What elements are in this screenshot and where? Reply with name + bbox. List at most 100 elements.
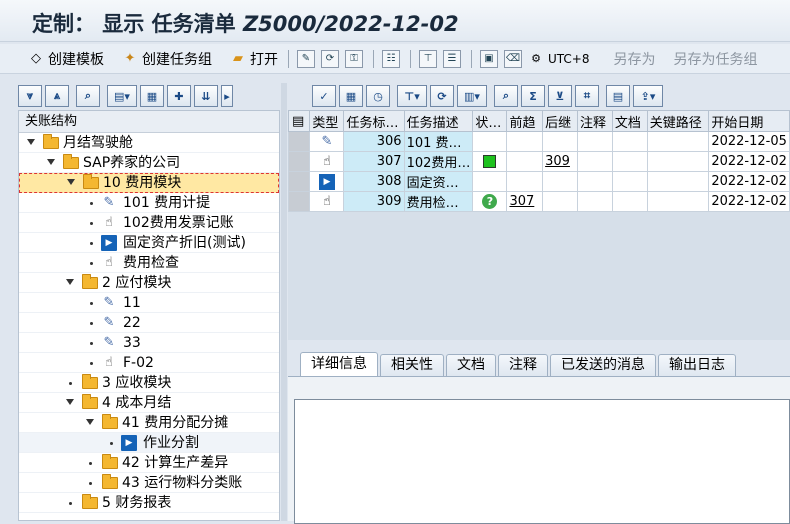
search-icon[interactable]: ⌕ [494,85,518,107]
tree-node[interactable]: 2 应付模块 [19,273,279,293]
tab-dependencies[interactable]: 相关性 [380,354,444,376]
refresh-icon[interactable]: ⟳ [430,85,454,107]
successor-link[interactable]: 309 [542,151,578,172]
successor-cell[interactable] [542,171,578,192]
tree-node-selected[interactable]: 10 费用模块 [19,173,279,193]
tree-node[interactable]: 4 成本月结 [19,393,279,413]
timezone-button[interactable]: ⚙ UTC+8 [528,51,589,67]
tab-notes[interactable]: 注释 [498,354,548,376]
tree-node[interactable]: ▶ 作业分割 [19,433,279,453]
task-id-cell[interactable]: 309 [343,191,405,212]
row-selector[interactable] [288,191,311,212]
column-header[interactable]: 类型 [309,110,345,132]
print-icon[interactable]: ▤ [606,85,630,107]
delete-icon[interactable]: ⌫ [504,49,522,68]
print-icon[interactable]: ▣ [480,49,498,68]
create-task-group-button[interactable]: ✦ 创建任务组 [122,49,212,69]
schedule-icon[interactable]: ◷ [366,85,390,107]
task-id-cell[interactable]: 308 [343,171,405,192]
layout-icon[interactable]: ▦ [140,85,164,107]
column-header[interactable]: 文档 [611,110,648,132]
filter-icon[interactable]: ⊻ [548,85,572,107]
open-button[interactable]: ▰ 打开 [230,49,278,69]
predecessor-link[interactable]: 307 [506,191,544,212]
column-header[interactable]: 注释 [576,110,613,132]
save-as-task-group-button[interactable]: 另存为任务组 [673,49,757,69]
layout-icon[interactable]: ▦ [339,85,363,107]
expand-arrow-icon[interactable] [86,419,94,425]
print-menu-icon[interactable]: ▤▾ [107,85,137,107]
tab-output-log[interactable]: 输出日志 [658,354,736,376]
predecessor-cell[interactable] [506,131,544,152]
row-selector[interactable] [288,171,311,192]
filter-icon[interactable]: ⊤ [419,49,437,68]
tree-node[interactable]: ✎ 11 [19,293,279,313]
successor-cell[interactable] [542,131,578,152]
tree-node[interactable]: SAP养家的公司 [19,153,279,173]
predecessor-cell[interactable] [506,151,544,172]
column-header[interactable]: 关键路径 [646,110,710,132]
tree-node[interactable]: ✎ 22 [19,313,279,333]
tree-node[interactable]: ☝ F-02 [19,353,279,373]
list-icon[interactable]: ☰ [443,49,461,68]
collapse-all-icon[interactable]: ⩓ [45,85,69,107]
export-menu-icon[interactable]: ⇪▾ [633,85,663,107]
tree-node[interactable]: ☝ 费用检查 [19,253,279,273]
tree-node[interactable]: 月结驾驶舱 [19,133,279,153]
task-id-cell[interactable]: 306 [343,131,405,152]
expand-arrow-icon[interactable] [66,399,74,405]
task-desc-cell[interactable]: 费用检… [403,191,474,212]
expand-all-icon[interactable]: ⩔ [18,85,42,107]
tree-node[interactable]: 41 费用分配分摊 [19,413,279,433]
row-selector[interactable] [288,151,311,172]
table-row[interactable]: ☝ 309 费用检… ? 307 2022-12-02 [288,191,790,212]
column-header[interactable]: 后继 [542,110,578,132]
tree-node[interactable]: 5 财务报表 [19,493,279,513]
more-icon[interactable]: ▸ [221,85,233,107]
tab-documents[interactable]: 文档 [446,354,496,376]
column-header[interactable]: 开始日期 [708,110,790,132]
tree-node[interactable]: ▶ 固定资产折旧(测试) [19,233,279,253]
table-row[interactable]: ☝ 307 102费用… 309 2022-12-02 [288,151,790,172]
columns-menu-icon[interactable]: ▥▾ [457,85,487,107]
tree-node[interactable]: ☝ 102费用发票记账 [19,213,279,233]
task-id-cell[interactable]: 307 [343,151,405,172]
tab-sent-messages[interactable]: 已发送的消息 [550,354,656,376]
move-node-icon[interactable]: ⇊ [194,85,218,107]
table-row[interactable]: ▶ 308 固定资… 2022-12-02 [288,171,790,192]
expand-arrow-icon[interactable] [67,179,75,185]
hierarchy-icon[interactable]: ☷ [382,49,400,68]
column-header[interactable]: 任务描述 [403,110,474,132]
tree-node[interactable]: ✎ 33 [19,333,279,353]
check-icon[interactable]: ✓ [312,85,336,107]
task-desc-cell[interactable]: 101 费… [403,131,474,152]
tree-node[interactable]: 42 计算生产差异 [19,453,279,473]
task-desc-cell[interactable]: 固定资… [403,171,474,192]
column-header[interactable]: 状… [472,110,508,132]
expand-arrow-icon[interactable] [66,279,74,285]
task-desc-cell[interactable]: 102费用… [403,151,474,172]
tab-details[interactable]: 详细信息 [300,352,378,376]
column-header[interactable]: 前趋 [506,110,544,132]
find-icon[interactable]: ⌗ [575,85,599,107]
add-node-icon[interactable]: ✚ [167,85,191,107]
expand-arrow-icon[interactable] [47,159,55,165]
save-as-button[interactable]: 另存为 [613,49,655,69]
tree-node[interactable]: ✎ 101 费用计提 [19,193,279,213]
row-selector[interactable] [288,131,311,152]
expand-arrow-icon[interactable] [27,139,35,145]
tree-node[interactable]: 3 应收模块 [19,373,279,393]
predecessor-cell[interactable] [506,171,544,192]
create-template-button[interactable]: ◇ 创建模板 [28,49,104,69]
find-icon[interactable]: ⌕ [76,85,100,107]
pane-splitter[interactable] [281,83,287,521]
sum-icon[interactable]: Σ [521,85,545,107]
column-header[interactable]: 任务标… [343,110,405,132]
table-row[interactable]: ✎ 306 101 费… 2022-12-05 [288,131,790,152]
refresh-icon[interactable]: ⟳ [321,49,339,68]
tree-node[interactable]: 43 运行物料分类账 [19,473,279,493]
lock-icon[interactable]: ⚿ [345,49,363,68]
filter-menu-icon[interactable]: ⊤▾ [397,85,427,107]
successor-cell[interactable] [542,191,578,212]
edit-icon[interactable]: ✎ [297,49,315,68]
